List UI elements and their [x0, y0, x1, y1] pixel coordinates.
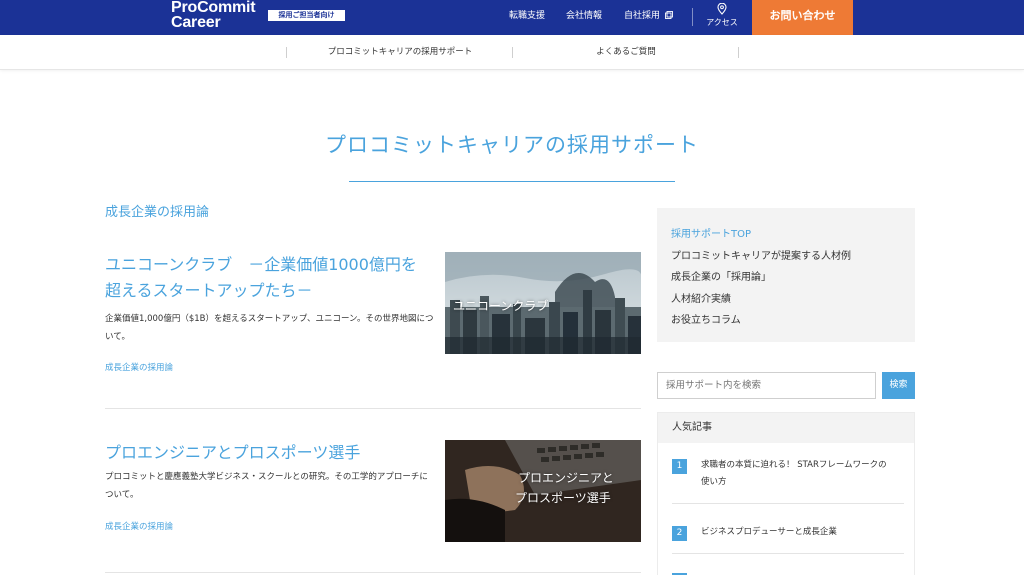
search-input[interactable]	[657, 372, 876, 399]
nav-career-support[interactable]: 転職支援	[509, 0, 545, 35]
logo-badge: 採用ご担当者向け	[268, 10, 345, 21]
thumbnail-caption-line1: プロエンジニアと	[518, 471, 614, 485]
popular-divider	[672, 503, 904, 504]
article-card: ユニコーンクラブ －企業価値1000億円を超えるスタートアップたち－ 企業価値1…	[105, 252, 641, 392]
title-underline	[349, 181, 675, 182]
category-heading: 成長企業の採用論	[105, 205, 210, 220]
contact-button[interactable]: お問い合わせ	[752, 0, 853, 35]
sidebar-item-columns[interactable]: お役立ちコラム	[671, 311, 741, 326]
popular-article-title[interactable]: 求職者の本質に迫れる！ STARフレームワークの使い方	[701, 457, 891, 491]
nav-own-recruitment-label: 自社採用	[624, 11, 661, 21]
article-divider	[105, 572, 641, 573]
sidebar-item-recruitment-theory[interactable]: 成長企業の「採用論」	[671, 268, 771, 283]
logo-line1: ProCommit	[171, 0, 256, 16]
thumbnail-caption: ユニコーンクラブ	[453, 299, 549, 313]
external-link-icon	[664, 11, 673, 19]
popular-heading: 人気記事	[658, 413, 914, 443]
sub-navigation: プロコミットキャリアの採用サポート よくあるご質問	[0, 35, 1024, 70]
thumbnail-caption-line2: プロスポーツ選手	[515, 491, 611, 505]
nav-divider	[692, 8, 693, 26]
access-label: アクセス	[706, 18, 738, 27]
popular-divider	[672, 553, 904, 554]
logo-line2: Career	[171, 14, 221, 31]
article-divider	[105, 408, 641, 409]
search-button[interactable]: 検索	[882, 372, 915, 399]
subnav-divider	[738, 47, 739, 58]
sidebar-item-top[interactable]: 採用サポートTOP	[671, 225, 751, 240]
article-title[interactable]: ユニコーンクラブ －企業価値1000億円を超えるスタートアップたち－	[105, 252, 425, 304]
nav-company-info[interactable]: 会社情報	[566, 0, 602, 35]
article-title[interactable]: プロエンジニアとプロスポーツ選手	[105, 440, 425, 466]
sidebar-item-placement-record[interactable]: 人材紹介実績	[671, 290, 731, 305]
page-title: プロコミットキャリアの採用サポート	[325, 133, 699, 157]
subnav-item-recruit-support[interactable]: プロコミットキャリアの採用サポート	[287, 35, 513, 70]
article-card: プロエンジニアとプロスポーツ選手 プロコミットと慶應義塾大学ビジネス・スクールと…	[105, 440, 641, 550]
rank-badge: 2	[672, 526, 687, 541]
popular-article-title[interactable]: ビジネスプロデューサーと成長企業	[701, 524, 891, 541]
site-logo[interactable]: ProCommit Career	[171, 0, 256, 31]
sidebar-item-talent-examples[interactable]: プロコミットキャリアが提案する人材例	[671, 247, 851, 262]
access-link[interactable]: アクセス	[702, 3, 742, 28]
article-category-link[interactable]: 成長企業の採用論	[105, 361, 173, 373]
subnav-item-faq[interactable]: よくあるご質問	[513, 35, 739, 70]
article-thumbnail[interactable]: プロエンジニアと プロスポーツ選手	[445, 440, 641, 542]
article-category-link[interactable]: 成長企業の採用論	[105, 520, 173, 532]
rank-badge: 1	[672, 459, 687, 474]
sidebar-menu: 採用サポートTOP プロコミットキャリアが提案する人材例 成長企業の「採用論」 …	[657, 208, 915, 342]
nav-own-recruitment[interactable]: 自社採用	[624, 0, 673, 35]
article-description: プロコミットと慶應義塾大学ビジネス・スクールとの研究。その工学的アプローチについ…	[105, 472, 428, 500]
popular-articles: 人気記事 1 求職者の本質に迫れる！ STARフレームワークの使い方 2 ビジネ…	[657, 412, 915, 575]
article-thumbnail[interactable]: ユニコーンクラブ	[445, 252, 641, 354]
top-header: ProCommit Career 採用ご担当者向け 転職支援 会社情報 自社採用…	[0, 0, 1024, 35]
article-description: 企業価値1,000億円（$1B）を超えるスタートアップ、ユニコーン。その世界地図…	[105, 314, 434, 342]
map-pin-icon	[717, 3, 727, 15]
